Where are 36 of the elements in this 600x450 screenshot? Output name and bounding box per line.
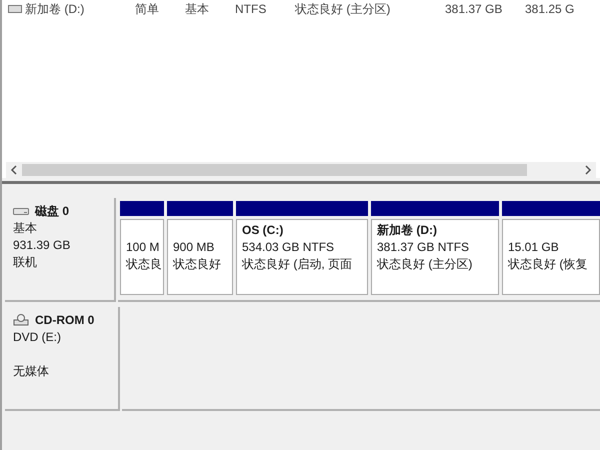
partition-info: 状态良	[126, 256, 163, 273]
disk-label-panel[interactable]: 磁盘 0 基本 931.39 GB 联机	[5, 198, 116, 302]
horizontal-scrollbar[interactable]	[6, 162, 596, 178]
scroll-right-icon[interactable]	[584, 165, 592, 175]
partition-info: 381.37 GB NTFS	[377, 239, 470, 256]
partition-title: OS (C:)	[242, 222, 284, 239]
table-cell-text: 状态良好 (主分区)	[294, 1, 392, 18]
table-cell-text: 基本	[184, 1, 210, 18]
partition-info: 状态良好 (恢复	[508, 256, 588, 273]
media-status: 无媒体	[13, 363, 50, 379]
disk-name: 磁盘 0	[35, 202, 70, 220]
disk-info: 基本	[13, 220, 38, 236]
partition-info: 状态良好 (主分区)	[377, 256, 474, 273]
table-cell-text: 381.25 G	[524, 1, 576, 18]
partition-info: 900 MB	[173, 239, 216, 256]
optical-drive-icon	[13, 314, 29, 326]
partition-info: 100 M	[126, 239, 160, 256]
partition-info: 534.03 GB NTFS	[242, 239, 336, 256]
disk-info: 931.39 GB	[13, 237, 72, 253]
table-cell-text: 新加卷 (D:)	[24, 1, 86, 18]
disk-info: 联机	[13, 254, 38, 270]
drive-icon	[8, 4, 22, 14]
partition-title: 新加卷 (D:)	[377, 222, 438, 239]
table-cell-text: NTFS	[234, 1, 268, 18]
partition-header-bar	[167, 201, 233, 216]
partition-info: 状态良好 (启动, 页面	[242, 256, 353, 273]
scrollbar-thumb[interactable]	[22, 164, 527, 176]
disk-label-panel[interactable]: CD-ROM 0 DVD (E:) 无媒体	[5, 307, 120, 411]
partition-info: 状态良好	[173, 256, 222, 273]
partition-header-bar	[120, 201, 164, 216]
table-cell-text: 381.37 GB	[444, 1, 504, 18]
scroll-left-icon[interactable]	[10, 165, 18, 175]
partition-info: 15.01 GB	[508, 239, 560, 256]
disk-info: DVD (E:)	[13, 329, 62, 345]
table-cell-text: 简单	[134, 1, 160, 18]
disk-name: CD-ROM 0	[35, 312, 94, 328]
